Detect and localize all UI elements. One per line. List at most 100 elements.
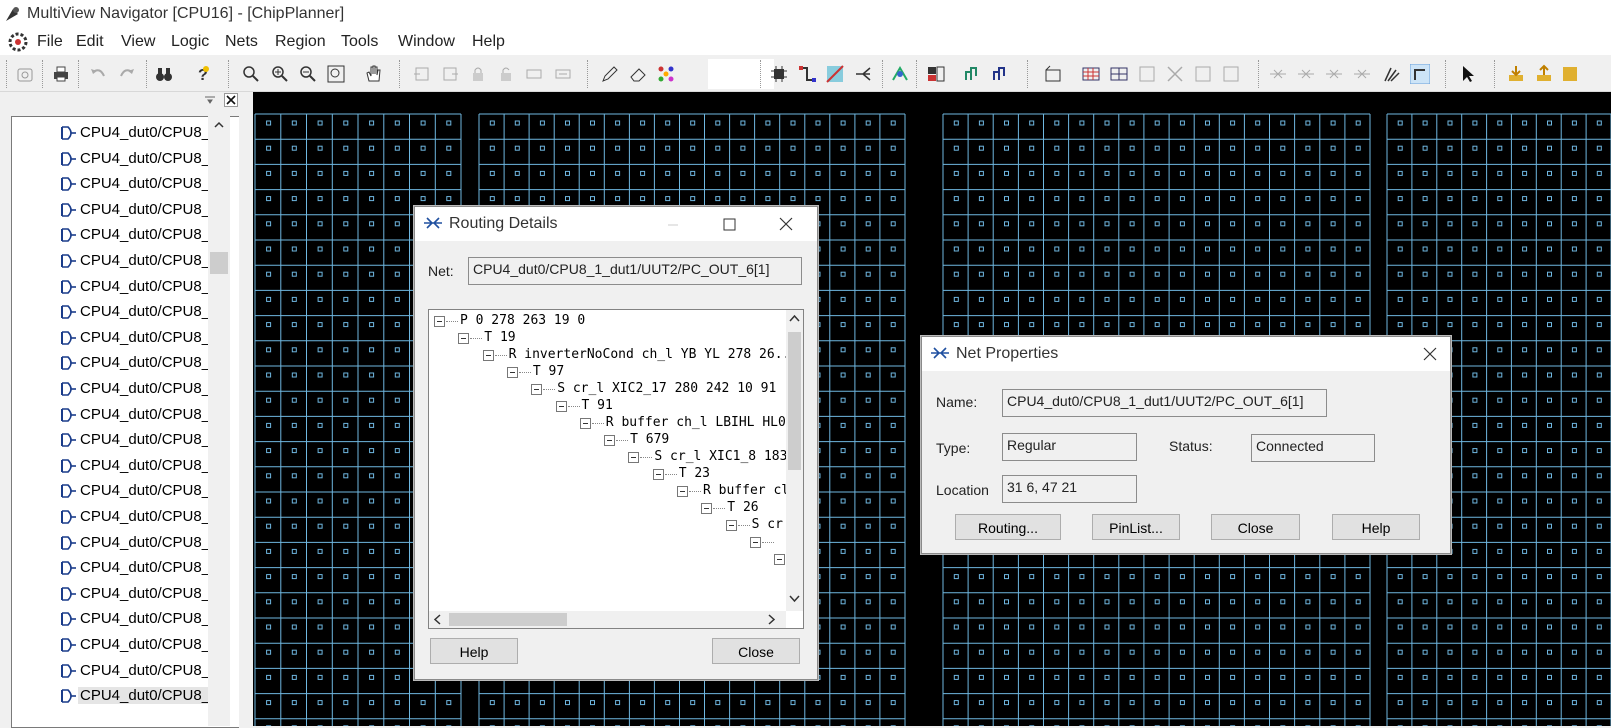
status-field[interactable]: Connected [1251,434,1375,462]
net-tree-list[interactable]: CPU4_dut0/CPU8_CPU4_dut0/CPU8_CPU4_dut0/… [11,116,239,728]
scroll-down-icon[interactable] [789,594,800,603]
collapse-toggle-icon[interactable] [701,503,712,514]
table-icon[interactable] [1081,64,1101,84]
push-back-icon[interactable] [412,64,432,84]
help-button[interactable]: Help [1332,514,1420,540]
list-item[interactable]: CPU4_dut0/CPU8_ [60,478,230,504]
collapse-toggle-icon[interactable] [556,401,567,412]
collapse-toggle-icon[interactable] [483,350,494,361]
scroll-thumb[interactable] [210,252,228,274]
routing-button[interactable]: Routing... [955,514,1061,540]
menu-region[interactable]: Region [275,33,326,51]
collapse-toggle-icon[interactable] [434,316,445,327]
scroll-thumb[interactable] [449,613,567,626]
scroll-right-icon[interactable] [767,614,776,625]
add-row-icon[interactable] [524,64,544,84]
list-item[interactable]: CPU4_dut0/CPU8_ [60,530,230,556]
toolbar-combo-field[interactable] [708,59,774,89]
help-button[interactable]: Help [430,638,518,664]
pencil-icon[interactable] [600,64,620,84]
routing-tree[interactable]: P 0 278 263 19 0T 19R inverterNoCond ch_… [428,309,804,629]
list-item[interactable]: CPU4_dut0/CPU8_ [60,274,230,300]
close-button[interactable]: Close [1211,514,1300,540]
collapse-toggle-icon[interactable] [531,384,542,395]
menu-nets[interactable]: Nets [225,33,258,51]
cross-icon[interactable] [1165,64,1185,84]
menu-logic[interactable]: Logic [171,33,209,51]
list-item[interactable]: CPU4_dut0/CPU8_ [60,222,230,248]
routing-mode-icon[interactable] [1410,64,1430,84]
toolbar-grip[interactable] [6,60,9,88]
document-system-icon[interactable] [8,32,28,52]
print-icon[interactable] [51,64,71,84]
stack-icon[interactable] [1221,64,1241,84]
collapse-toggle-icon[interactable] [653,469,664,480]
eraser-icon[interactable] [628,64,648,84]
list-item[interactable]: CPU4_dut0/CPU8_ [60,248,230,274]
dialog-title-bar[interactable]: Routing Details [415,207,817,241]
menu-window[interactable]: Window [398,33,455,51]
route-path-icon[interactable] [797,64,817,84]
grid-view-icon[interactable] [1109,64,1129,84]
collapse-toggle-icon[interactable] [580,418,591,429]
collapse-toggle-icon[interactable] [604,435,615,446]
list-item[interactable]: CPU4_dut0/CPU8_ [60,504,230,530]
zoom-fit-icon[interactable] [326,64,346,84]
list-item[interactable]: CPU4_dut0/CPU8_ [60,555,230,581]
fanout-tree-icon[interactable] [991,64,1011,84]
collapse-toggle-icon[interactable] [726,520,737,531]
zoom-in-icon[interactable] [270,64,290,84]
collapse-toggle-icon[interactable] [628,452,639,463]
list-item[interactable]: CPU4_dut0/CPU8_ [60,632,230,658]
panel-scrollbar[interactable] [208,116,230,726]
chip-icon[interactable] [769,64,789,84]
find-binoculars-icon[interactable] [154,64,174,84]
dialog-title-bar[interactable]: Net Properties [922,337,1450,371]
remove-row-icon[interactable] [553,64,573,84]
type-field[interactable]: Regular [1002,433,1137,461]
list-item[interactable]: CPU4_dut0/CPU8_ [60,453,230,479]
redo-icon[interactable] [117,64,137,84]
close-button[interactable]: Close [712,638,800,664]
fanout-icon[interactable] [853,64,873,84]
lock-icon[interactable] [468,64,488,84]
columns-icon[interactable] [1137,64,1157,84]
collapse-toggle-icon[interactable] [507,367,518,378]
scroll-thumb[interactable] [788,332,801,470]
highlight-net-icon[interactable] [890,64,910,84]
color-grid-icon[interactable] [656,64,676,84]
zoom-region-icon[interactable] [241,64,261,84]
route-d-icon[interactable] [1352,64,1372,84]
delay-chart-icon[interactable] [1382,64,1402,84]
list-item[interactable]: CPU4_dut0/CPU8_ [60,120,230,146]
name-field[interactable]: CPU4_dut0/CPU8_1_dut1/UUT2/PC_OUT_6[1] [1002,389,1327,417]
help-context-icon[interactable]: ? [193,64,213,84]
select-rect-icon[interactable] [1043,64,1063,84]
panel-menu-icon[interactable] [203,94,217,106]
export-icon[interactable] [1534,64,1554,84]
collapse-toggle-icon[interactable] [750,537,761,548]
pan-hand-icon[interactable] [363,64,383,84]
close-icon[interactable] [1416,341,1444,367]
collapse-toggle-icon[interactable] [774,554,785,565]
undo-icon[interactable] [88,64,108,84]
scroll-up-icon[interactable] [213,120,225,130]
list-item[interactable]: CPU4_dut0/CPU8_ [60,299,230,325]
list-item[interactable]: CPU4_dut0/CPU8_ [60,658,230,684]
layer-map-icon[interactable] [825,64,845,84]
floorplan-icon[interactable] [926,64,946,84]
net-field[interactable]: CPU4_dut0/CPU8_1_dut1/UUT2/PC_OUT_6[1] [468,257,802,285]
route-b-icon[interactable] [1296,64,1316,84]
save-icon[interactable] [1560,64,1580,84]
close-icon[interactable] [224,93,238,107]
zoom-out-icon[interactable] [298,64,318,84]
list-item[interactable]: CPU4_dut0/CPU8_ [60,581,230,607]
collapse-toggle-icon[interactable] [458,333,469,344]
fanin-icon[interactable] [963,64,983,84]
list-item[interactable]: CPU4_dut0/CPU8_ [60,606,230,632]
list-item[interactable]: CPU4_dut0/CPU8_ [60,171,230,197]
resize-icon[interactable] [1193,64,1213,84]
pinlist-button[interactable]: PinList... [1092,514,1180,540]
import-icon[interactable] [1506,64,1526,84]
forward-icon[interactable] [440,64,460,84]
